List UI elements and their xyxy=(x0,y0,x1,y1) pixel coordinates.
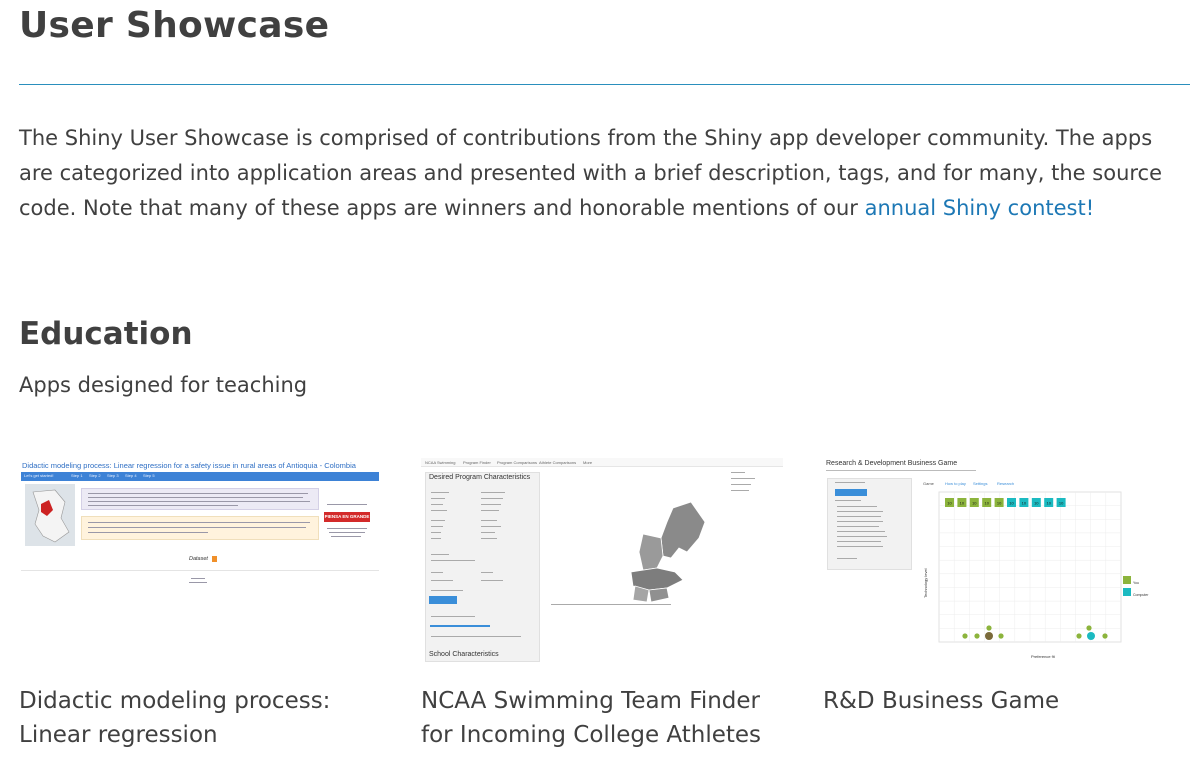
legend-swatch-computer xyxy=(1123,588,1131,596)
thumb-nav-item: Step 3 xyxy=(107,473,119,478)
thumb-nav-item: Step 5 xyxy=(143,473,155,478)
legend-swatch-you xyxy=(1123,576,1131,584)
thumb-info-box xyxy=(81,488,319,510)
chart-box-label: 10 xyxy=(972,501,977,506)
rd-game-chart: Technology level Preference fit You Comp… xyxy=(923,491,1149,659)
app-thumbnail[interactable]: Didactic modeling process: Linear regres… xyxy=(19,458,381,664)
thumb-dataset-label: Dataset xyxy=(189,556,208,562)
thumb-submit-button xyxy=(429,596,457,604)
chart-player-marker xyxy=(1076,633,1082,639)
chart-player-marker xyxy=(998,633,1004,639)
chart-box-label: 10 xyxy=(1059,501,1064,506)
thumb-header: Didactic modeling process: Linear regres… xyxy=(22,461,356,470)
chart-box-label: 10 xyxy=(1046,501,1051,506)
app-card-title[interactable]: Didactic modeling process: Linear regres… xyxy=(19,684,379,752)
chart-box-label: 10 xyxy=(1022,501,1027,506)
app-card-didactic-modeling[interactable]: Didactic modeling process: Linear regres… xyxy=(19,458,381,748)
new-england-map xyxy=(621,498,721,608)
chart-box-label: 10 xyxy=(960,501,965,506)
thumb-nav-item: NCAA Swimming xyxy=(425,460,456,465)
thumb-nav-item: More xyxy=(583,460,593,465)
tab-settings: Settings xyxy=(973,481,987,486)
page-title: User Showcase xyxy=(19,5,330,46)
app-thumbnail[interactable]: NCAA Swimming Program Finder Program Com… xyxy=(421,458,783,664)
colombia-map-image xyxy=(25,484,75,546)
thumb-slider xyxy=(430,625,490,627)
thumb-nav-bar: NCAA Swimming Program Finder Program Com… xyxy=(421,458,783,467)
legend-label-you: You xyxy=(1133,581,1139,585)
intro-paragraph: The Shiny User Showcase is comprised of … xyxy=(19,121,1190,226)
dataset-marker xyxy=(212,556,217,562)
chart-player-marker xyxy=(1087,632,1095,640)
chart-player-marker xyxy=(1102,633,1108,639)
chart-box-label: 10 xyxy=(1034,501,1039,506)
thumb-nav-bar: Let's get started! Step 1 Step 2 Step 3 … xyxy=(21,472,379,481)
tab-how-to-play: How to play xyxy=(945,481,966,486)
thumb-nav-item: Athlete Comparisons xyxy=(539,460,577,465)
chart-box-label: 10 xyxy=(947,501,952,506)
tab-game: Game xyxy=(923,481,935,486)
section-description: Apps designed for teaching xyxy=(19,373,308,397)
app-thumbnail[interactable]: Research & Development Business Game Gam… xyxy=(823,458,1185,664)
chart-player-marker xyxy=(962,633,968,639)
chart-box-label: 10 xyxy=(984,501,989,506)
app-card-ncaa-swimming[interactable]: NCAA Swimming Program Finder Program Com… xyxy=(421,458,783,748)
thumb-subtitle xyxy=(826,470,976,471)
thumb-nav-item: Let's get started! xyxy=(24,473,54,478)
shiny-contest-link[interactable]: annual Shiny contest! xyxy=(865,196,1095,220)
chart-player-marker xyxy=(974,633,980,639)
thumb-play-button xyxy=(835,489,867,496)
piensa-logo: PIENSA EN GRANDE xyxy=(324,512,370,522)
thumb-header: Research & Development Business Game xyxy=(826,460,958,467)
chart-player-marker xyxy=(1086,625,1092,631)
thumb-note-box xyxy=(81,516,319,540)
thumb-nav-item: Step 4 xyxy=(125,473,137,478)
chart-box-label: 10 xyxy=(997,501,1002,506)
thumb-nav-item: Step 1 xyxy=(71,473,83,478)
thumb-nav-item: Program Comparisons xyxy=(497,460,538,465)
chart-box-label: 10 xyxy=(1009,501,1014,506)
thumb-heading: Desired Program Characteristics xyxy=(429,474,531,481)
thumb-tabs: Game How to play Settings Research xyxy=(923,481,1014,486)
app-card-rd-business-game[interactable]: Research & Development Business Game Gam… xyxy=(823,458,1185,714)
thumb-divider xyxy=(21,570,379,571)
chart-xlabel: Preference fit xyxy=(1031,654,1056,659)
thumb-nav-item: Program Finder xyxy=(463,460,491,465)
thumb-sidebar xyxy=(425,472,540,662)
legend-label-computer: Computer xyxy=(1133,593,1149,597)
chart-player-marker xyxy=(986,625,992,631)
tab-research: Research xyxy=(997,481,1014,486)
chart-ylabel: Technology level xyxy=(923,568,928,598)
thumb-heading-2: School Characteristics xyxy=(429,651,499,658)
app-card-title[interactable]: R&D Business Game xyxy=(823,684,1183,718)
chart-player-marker xyxy=(985,632,993,640)
app-card-title[interactable]: NCAA Swimming Team Finder for Incoming C… xyxy=(421,684,781,752)
section-title: Education xyxy=(19,316,193,352)
title-divider xyxy=(19,84,1190,85)
thumb-nav-item: Step 2 xyxy=(89,473,101,478)
